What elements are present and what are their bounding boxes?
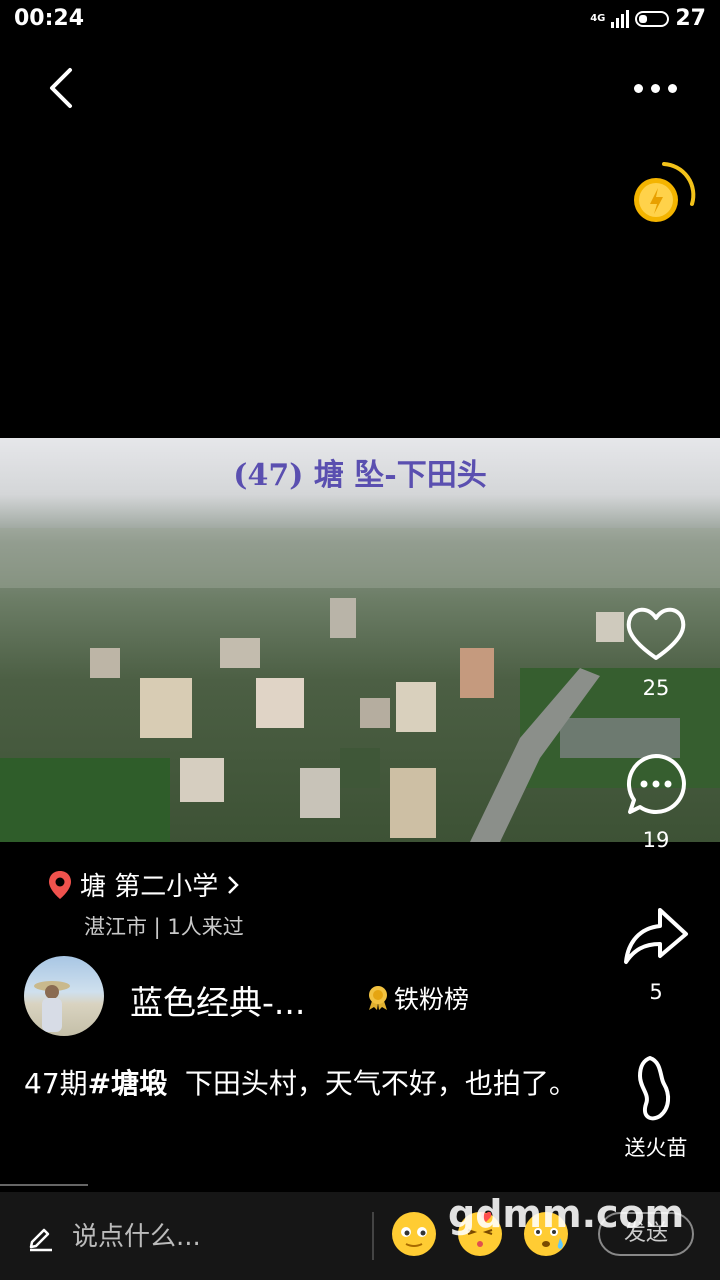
post-prefix: 47期 [24,1067,88,1100]
divider-vertical [372,1212,374,1260]
divider [0,1184,88,1186]
like-button[interactable]: 25 [610,596,702,700]
share-count: 5 [649,980,663,1004]
chevron-right-icon [228,875,240,894]
gold-coin-icon [634,162,696,222]
avatar-photo [34,981,70,1032]
post-caption: 47期#塘塅 下田头村，天气不好，也拍了。 [24,1064,584,1104]
comment-button[interactable]: 19 [610,748,702,852]
fan-ranking-badge[interactable]: 铁粉榜 [366,980,469,1016]
location-detail: 湛江市 | 1人来过 [84,915,244,939]
video-title-overlay: (47) 塘 坠-下田头 [233,458,487,493]
status-indicators: 4G 27 [590,6,706,31]
chevron-left-icon [50,68,72,108]
signal-icon [611,9,630,28]
medal-icon [369,986,387,1010]
flame-icon [638,1056,671,1121]
back-button[interactable] [44,66,84,110]
status-time: 00:24 [14,6,85,31]
send-flame-button[interactable]: 送火苗 [610,1052,702,1162]
pencil-icon [29,1228,52,1252]
like-count: 25 [642,676,670,700]
battery-level: 27 [675,6,706,31]
location-name: 塘 第二小学 [80,872,219,902]
comment-input[interactable]: 说点什么... [72,1216,201,1253]
location-pin-icon [49,870,71,899]
location-tag[interactable]: 塘 第二小学 湛江市 | 1人来过 [48,866,244,941]
more-options-button[interactable] [634,76,686,100]
fan-ranking-label: 铁粉榜 [394,985,470,1014]
status-bar: 00:24 4G 27 [0,0,720,40]
author-name[interactable]: 蓝色经典-... [130,976,305,1024]
network-type: 4G [590,13,606,24]
post-text: 下田头村，天气不好，也拍了。 [184,1067,577,1100]
avatar[interactable] [24,956,104,1036]
heart-icon [626,607,686,660]
watermark-text: gdmm.com [448,1192,685,1236]
battery-icon [635,10,670,27]
send-flame-label: 送火苗 [624,1136,688,1160]
smile-emoji-icon[interactable] [390,1210,438,1258]
coin-reward-button[interactable] [628,160,698,230]
post-hashtag[interactable]: #塘塅 [88,1067,167,1100]
comment-bubble-icon [626,754,686,814]
more-dots-icon [634,83,643,93]
share-arrow-icon [624,908,688,964]
comment-count: 19 [642,828,670,852]
share-button[interactable]: 5 [610,900,702,1004]
